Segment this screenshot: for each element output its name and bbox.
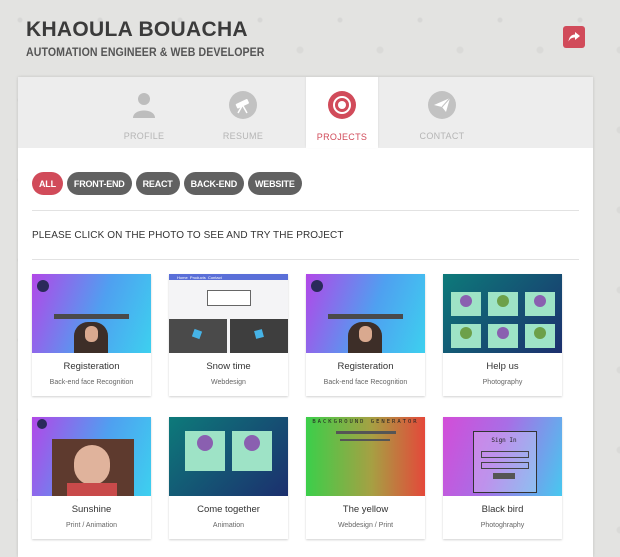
tab-projects[interactable]: PROJECTS xyxy=(306,77,378,148)
project-title: Sunshine xyxy=(71,504,112,515)
project-thumbnail[interactable]: Home Products Contact xyxy=(169,274,288,353)
tab-label: PROJECTS xyxy=(316,132,368,142)
project-thumbnail[interactable] xyxy=(443,274,562,353)
project-category: Webdesign / Print xyxy=(337,522,394,529)
project-card[interactable]: Sign In Black bird Photoghraphy xyxy=(443,417,562,539)
project-category: Print / Animation xyxy=(66,522,117,529)
filter-front-end[interactable]: FRONT-END xyxy=(66,172,132,195)
filter-back-end[interactable]: BACK-END xyxy=(183,172,245,195)
project-category: Animation xyxy=(212,522,245,529)
project-thumbnail[interactable] xyxy=(32,274,151,353)
filter-website[interactable]: WEBSITE xyxy=(248,172,302,195)
project-card[interactable]: Registeration Back-end face Recognition xyxy=(306,274,425,396)
project-category: Back-end face Recognition xyxy=(49,379,134,386)
paper-plane-icon xyxy=(428,91,456,119)
project-title: The yellow xyxy=(342,504,389,515)
project-thumbnail[interactable] xyxy=(169,417,288,496)
divider xyxy=(32,210,579,211)
project-thumbnail[interactable] xyxy=(306,274,425,353)
thumbnail-heading: Sign In xyxy=(491,437,517,444)
user-icon xyxy=(130,91,158,119)
project-title: Come together xyxy=(197,504,260,515)
thumbnail-heading: BACKGROUND GENERATOR xyxy=(312,419,419,425)
share-arrow-icon xyxy=(568,32,580,42)
project-title: Black bird xyxy=(481,504,524,515)
site-subtitle: AUTOMATION ENGINEER & WEB DEVELOPER xyxy=(26,47,265,59)
filter-react[interactable]: REACT xyxy=(135,172,180,195)
project-category: Webdesign xyxy=(211,379,246,386)
tab-resume[interactable]: RESUME xyxy=(207,77,279,148)
divider xyxy=(32,259,579,260)
telescope-icon xyxy=(229,91,257,119)
project-card[interactable]: Registeration Back-end face Recognition xyxy=(32,274,151,396)
tab-profile[interactable]: PROFILE xyxy=(108,77,180,148)
instructions-text: PLEASE CLICK ON THE PHOTO TO SEE AND TRY… xyxy=(32,230,344,241)
project-card[interactable]: Home Products Contact Snow time Webdesig… xyxy=(169,274,288,396)
filter-bar: ALL FRONT-END REACT BACK-END WEBSITE xyxy=(32,172,302,195)
project-card[interactable]: Help us Photography xyxy=(443,274,562,396)
project-thumbnail[interactable]: Sign In xyxy=(443,417,562,496)
main-card: PROFILE RESUME PROJECTS CONTACT ALL FRON… xyxy=(18,77,593,557)
tab-label: PROFILE xyxy=(123,131,165,141)
tab-bar: PROFILE RESUME PROJECTS CONTACT xyxy=(18,77,593,148)
nav-text: Home Products Contact xyxy=(177,275,222,280)
site-header: KHAOULA BOUACHA AUTOMATION ENGINEER & WE… xyxy=(26,18,285,59)
project-title: Registeration xyxy=(337,361,394,372)
project-thumbnail[interactable] xyxy=(32,417,151,496)
project-category: Back-end face Recognition xyxy=(323,379,408,386)
tab-label: RESUME xyxy=(222,131,264,141)
filter-all[interactable]: ALL xyxy=(32,172,63,195)
project-category: Photography xyxy=(482,379,523,386)
tab-label: CONTACT xyxy=(419,131,465,141)
project-title: Registeration xyxy=(63,361,120,372)
project-category: Photoghraphy xyxy=(480,522,525,529)
share-button[interactable] xyxy=(563,26,585,48)
tab-contact[interactable]: CONTACT xyxy=(406,77,478,148)
project-card[interactable]: Sunshine Print / Animation xyxy=(32,417,151,539)
project-title: Snow time xyxy=(206,361,251,372)
site-title: KHAOULA BOUACHA xyxy=(26,18,248,41)
project-thumbnail[interactable]: BACKGROUND GENERATOR xyxy=(306,417,425,496)
project-card[interactable]: BACKGROUND GENERATOR The yellow Webdesig… xyxy=(306,417,425,539)
projects-icon xyxy=(328,91,356,119)
project-card[interactable]: Come together Animation xyxy=(169,417,288,539)
project-title: Help us xyxy=(486,361,519,372)
